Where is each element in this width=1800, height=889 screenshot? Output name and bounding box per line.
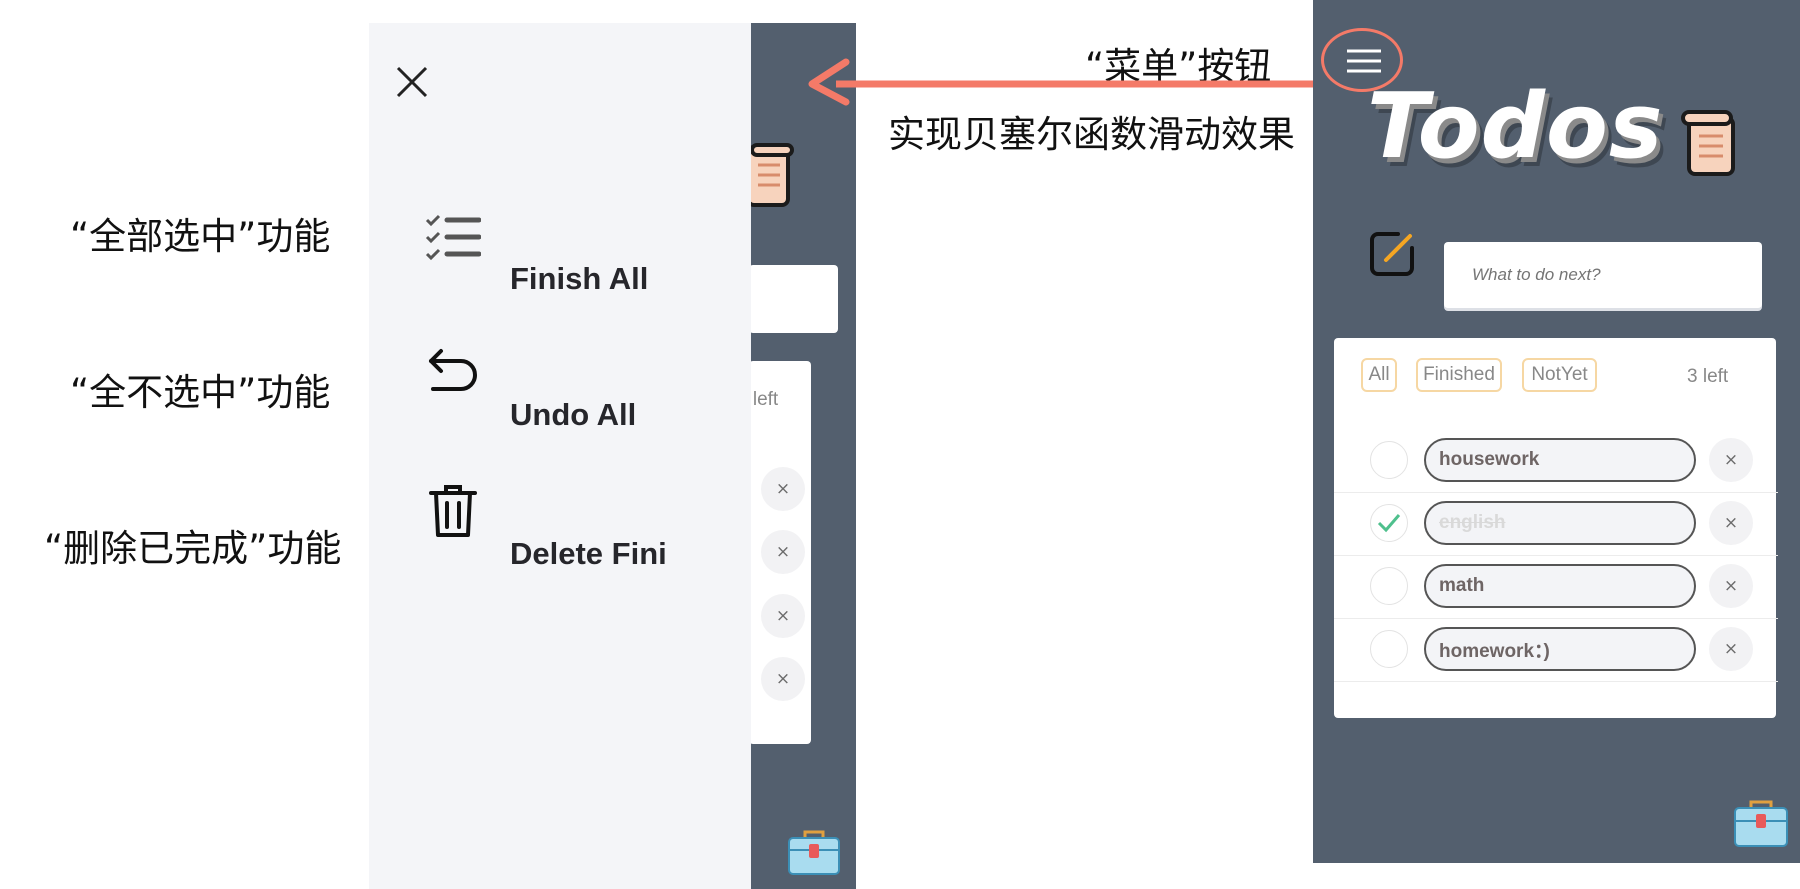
hamburger-icon [1347,49,1381,73]
delete-button[interactable]: × [1709,501,1753,545]
trash-icon [429,485,477,537]
delete-button[interactable]: × [761,467,805,511]
right-phone-screen: Todos All Finished NotYet 3 left housewo… [1313,0,1800,863]
edit-icon[interactable] [1368,230,1416,278]
todo-checkbox[interactable] [1370,630,1408,668]
todo-row: english × [1334,492,1778,556]
todo-row: homework：) × [1334,618,1778,682]
arrow [808,58,1338,106]
todo-text[interactable]: english [1424,501,1696,545]
todo-input[interactable] [1444,242,1762,308]
annotation-select-all: “全部选中”功能 [70,215,331,258]
todo-text[interactable]: homework：) [1424,627,1696,671]
drawer-item-delete-finished[interactable]: Delete Fini [369,483,751,603]
delete-button[interactable]: × [761,594,805,638]
annotation-bezier: 实现贝塞尔函数滑动效果 [888,113,1295,156]
todo-text[interactable]: housework [1424,438,1696,482]
todo-input-peek[interactable] [749,265,838,333]
delete-button[interactable]: × [1709,627,1753,671]
delete-button[interactable]: × [761,530,805,574]
drawer-item-label: Finish All [510,261,649,296]
check-icon [1377,514,1401,533]
delete-button[interactable]: × [1709,564,1753,608]
todo-text[interactable]: math [1424,564,1696,608]
checklist-icon [425,214,481,261]
todo-checkbox-checked[interactable] [1370,504,1408,542]
toolbox-icon[interactable] [787,828,841,878]
toolbox-icon[interactable] [1733,798,1789,850]
todo-card: All Finished NotYet 3 left housework × e… [1334,338,1778,718]
drawer-item-label: Undo All [510,397,637,432]
drawer-item-label: Delete Fini [510,536,667,571]
todo-row: housework × [1334,429,1778,493]
filter-all[interactable]: All [1361,358,1397,392]
annotation-unselect-all: “全不选中”功能 [70,371,331,414]
annotation-delete-finished: “删除已完成”功能 [44,527,342,570]
todo-card-peek: 3 left × × × × [737,361,811,744]
close-icon[interactable] [395,65,429,99]
scroll-icon [746,143,794,207]
remaining-count: 3 left [1687,366,1729,387]
filter-notyet[interactable]: NotYet [1522,358,1597,392]
drawer-item-undo-all[interactable]: Undo All [369,343,751,463]
delete-button[interactable]: × [1709,438,1753,482]
filter-finished[interactable]: Finished [1416,358,1502,392]
todo-checkbox[interactable] [1370,567,1408,605]
delete-button[interactable]: × [761,657,805,701]
todo-row: math × [1334,555,1778,619]
scroll-icon [1681,110,1735,176]
page-title: Todos [1367,74,1664,179]
todo-input-box [1444,242,1762,308]
side-drawer: Finish All Undo All Delete Fini [369,23,751,889]
drawer-item-finish-all[interactable]: Finish All [369,203,751,323]
undo-icon [429,349,477,391]
todo-checkbox[interactable] [1370,441,1408,479]
